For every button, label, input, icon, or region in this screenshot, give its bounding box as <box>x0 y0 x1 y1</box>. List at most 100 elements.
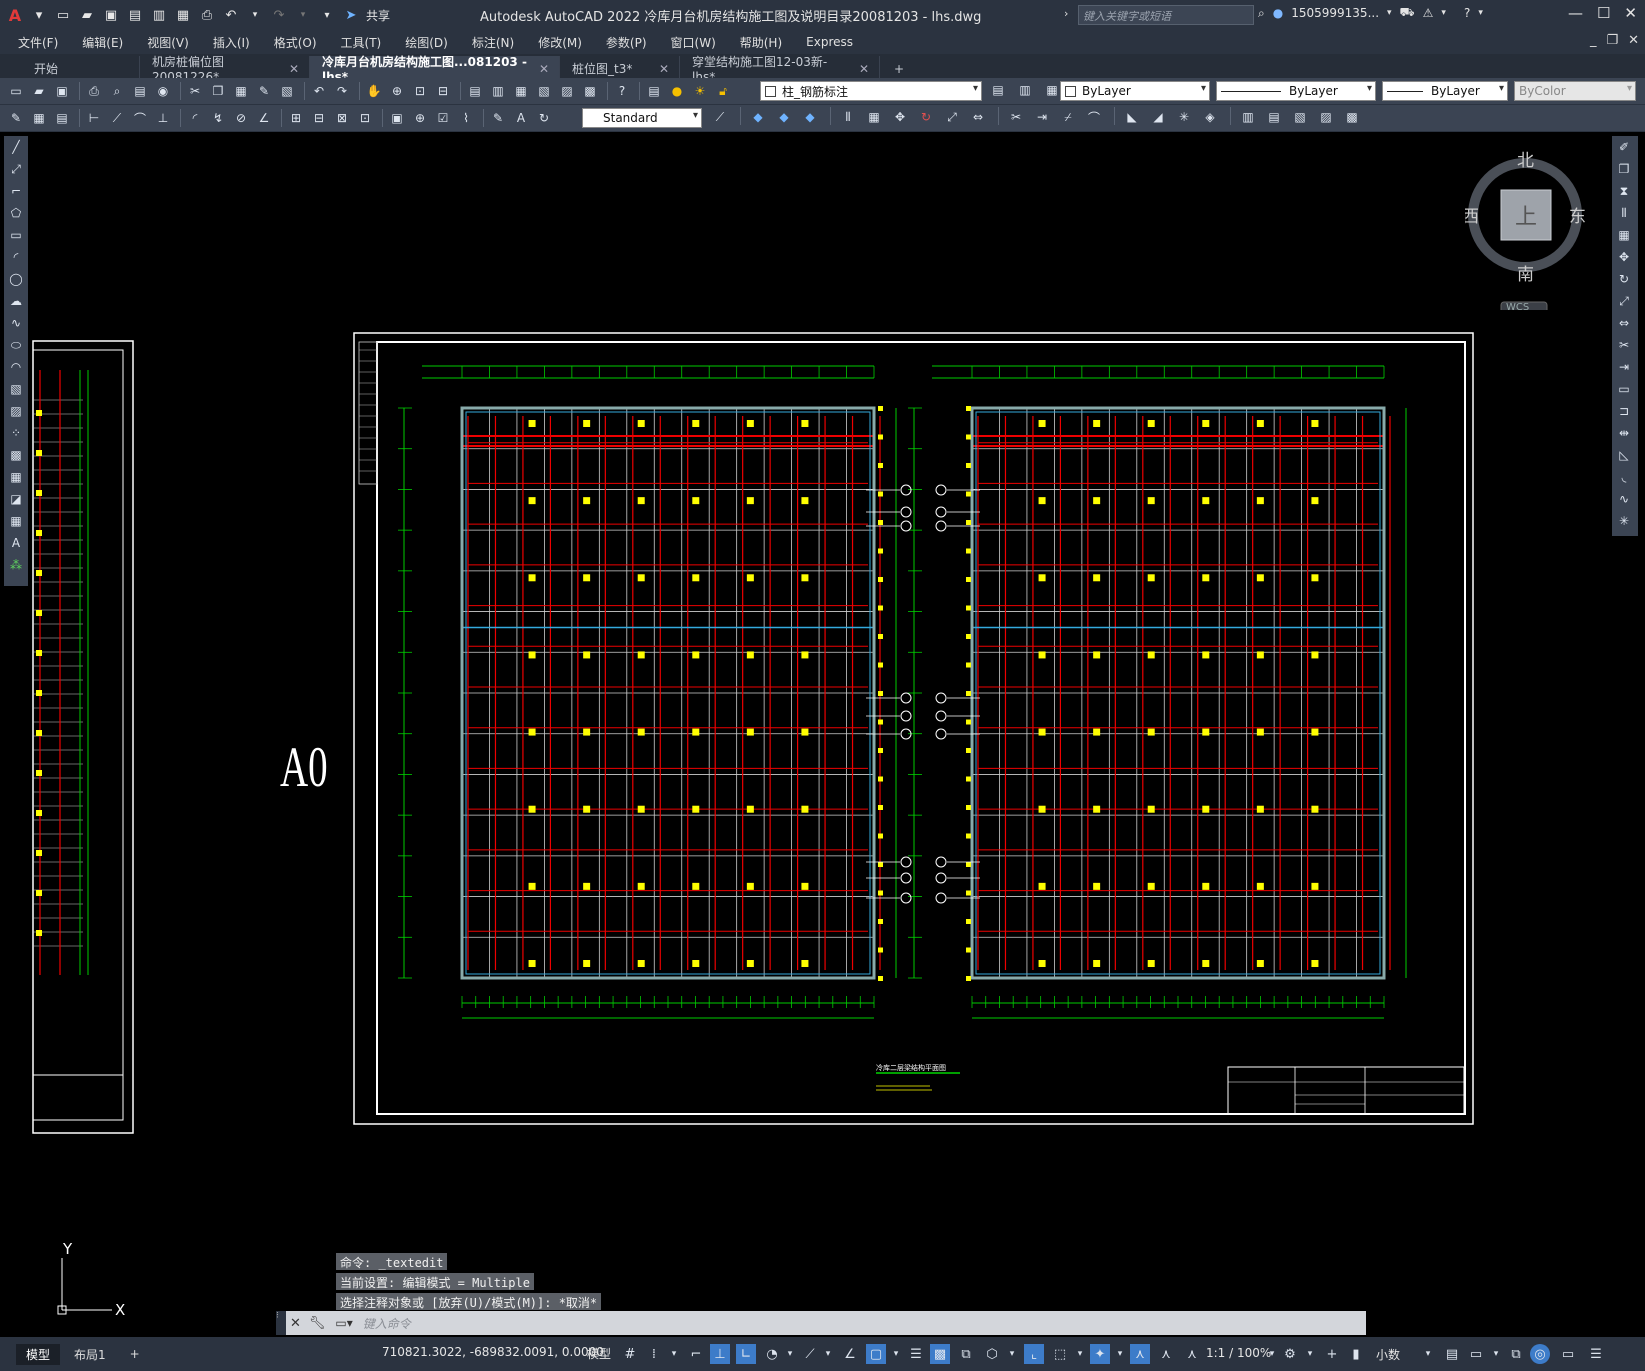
blend-icon[interactable]: ◈ <box>1200 107 1220 127</box>
transparency-icon[interactable]: ▩ <box>930 1344 950 1364</box>
sheet-set-icon[interactable]: ▧ <box>534 81 554 101</box>
layer-icon[interactable]: ▤ <box>52 108 72 128</box>
block-editor-icon[interactable]: ▧ <box>277 81 297 101</box>
inspect-icon[interactable]: ☑ <box>433 108 453 128</box>
tab-corridor-structure[interactable]: 穿堂结构施工图12-03新-lhs* ✕ <box>680 55 880 84</box>
hatch-icon[interactable]: ▩ <box>4 444 28 466</box>
ortho-icon[interactable]: ∟ <box>736 1344 756 1364</box>
3d-dwf-icon[interactable]: ◉ <box>153 81 173 101</box>
workspace-chevron-icon[interactable]: ▾ <box>1300 1344 1320 1364</box>
compass-south[interactable]: 南 <box>1517 265 1534 285</box>
dynamic-ucs-icon[interactable]: ⌞ <box>1024 1344 1044 1364</box>
diameter-dim-icon[interactable]: ⊘ <box>231 108 251 128</box>
compass-west[interactable]: 西 <box>1465 207 1479 227</box>
qnew-icon[interactable]: ▭ <box>6 81 26 101</box>
multiline-text-icon[interactable]: A <box>4 532 28 554</box>
tab-pile-layout[interactable]: 桩位图_t3* ✕ <box>560 56 680 78</box>
erase-icon[interactable]: ◆ <box>748 107 768 127</box>
coordinates-readout[interactable]: 710821.3022, -689832.0091, 0.0000 <box>382 1345 604 1359</box>
region-icon[interactable]: ◪ <box>4 488 28 510</box>
autodesk-account-icon[interactable]: ⚠ <box>1423 6 1434 20</box>
dim-style-combo[interactable]: Standard ▾ <box>582 108 702 128</box>
properties-icon[interactable]: ▤ <box>465 81 485 101</box>
doc-restore-icon[interactable]: ❐ <box>1606 33 1618 48</box>
object-snap-icon[interactable]: ▢ <box>866 1344 886 1364</box>
table-icon[interactable]: ▦ <box>29 108 49 128</box>
viewcube[interactable]: 上 北 南 西 东 <box>1465 150 1585 310</box>
selection-filter-icon[interactable]: ⬚ <box>1050 1344 1070 1364</box>
redo-icon[interactable]: ↷ <box>270 6 288 24</box>
stretch-icon[interactable]: ⇔ <box>968 107 988 127</box>
join-icon[interactable]: ⇹ <box>1612 422 1636 444</box>
quick-dim-icon[interactable]: ⊞ <box>286 108 306 128</box>
insert-block-icon[interactable]: ▧ <box>4 378 28 400</box>
point-icon[interactable]: ⁘ <box>4 422 28 444</box>
annotation-monitor-icon[interactable]: + <box>1322 1344 1342 1364</box>
edit-icon[interactable]: ✎ <box>6 108 26 128</box>
layer-previous-icon[interactable]: ▥ <box>1015 80 1035 100</box>
angular-dim-icon[interactable]: ∠ <box>254 108 274 128</box>
baseline-dim-icon[interactable]: ⊟ <box>309 108 329 128</box>
redo-icon[interactable]: ↷ <box>332 81 352 101</box>
trim-icon[interactable]: ✂ <box>1612 334 1636 356</box>
spline-icon[interactable]: ∿ <box>4 312 28 334</box>
filter-chevron-icon[interactable]: ▾ <box>1070 1344 1090 1364</box>
plot-preview-icon[interactable]: ⌕ <box>107 81 127 101</box>
share-button[interactable]: 共享 <box>366 7 390 24</box>
layer-freeze-icon[interactable]: ☀ <box>690 81 710 101</box>
undo-icon[interactable]: ↶ <box>309 81 329 101</box>
compass-north[interactable]: 北 <box>1517 151 1534 171</box>
zoom-window-icon[interactable]: ⊡ <box>410 81 430 101</box>
layer-lock-icon[interactable]: 🔓︎ <box>713 81 733 101</box>
ordinate-dim-icon[interactable]: ⊥ <box>153 108 173 128</box>
linear-dim-icon[interactable]: ⊢ <box>84 108 104 128</box>
maximize-icon[interactable]: ☐ <box>1597 4 1610 22</box>
isometric-chevron-icon[interactable]: ▾ <box>818 1344 838 1364</box>
command-recent-icon[interactable]: ▭▾ <box>335 1316 352 1330</box>
command-grip-icon[interactable]: ⁝ <box>276 1311 286 1335</box>
mirror-icon[interactable]: ⧗ <box>1612 180 1636 202</box>
cut-icon[interactable]: ✂ <box>185 81 205 101</box>
zoom-realtime-icon[interactable]: ⊕ <box>387 81 407 101</box>
erase-icon[interactable]: ✐ <box>1612 136 1636 158</box>
tab-pile-offset[interactable]: 机房桩偏位图20081226* ✕ <box>140 55 310 84</box>
autocad-logo-icon[interactable]: A <box>6 6 24 25</box>
layer-state-icon[interactable]: ▦ <box>1042 80 1062 100</box>
publish-icon[interactable]: ▤ <box>130 81 150 101</box>
draworder-back-icon[interactable]: ▤ <box>1264 107 1284 127</box>
annotation-visibility-icon[interactable]: ⋏ <box>1130 1344 1150 1364</box>
continue-dim-icon[interactable]: ⊠ <box>332 108 352 128</box>
aligned-dim-icon[interactable]: ⟋ <box>107 108 127 128</box>
doc-close-icon[interactable]: ✕ <box>1628 33 1639 48</box>
construction-line-icon[interactable]: ⤢ <box>4 158 28 180</box>
dim-style-icon[interactable]: ⟋ <box>710 107 730 127</box>
break-icon[interactable]: ⊐ <box>1612 400 1636 422</box>
save-as-icon[interactable]: ▤ <box>126 6 144 24</box>
menu-format[interactable]: 格式(O) <box>274 34 317 51</box>
menu-dimension[interactable]: 标注(N) <box>472 34 514 51</box>
menu-draw[interactable]: 绘图(D) <box>405 34 448 51</box>
hardware-chevron-icon[interactable]: ▾ <box>1486 1344 1506 1364</box>
rotate-icon[interactable]: ↻ <box>916 107 936 127</box>
help-chevron-icon[interactable]: ▾ <box>1478 8 1483 18</box>
minimize-icon[interactable]: — <box>1568 4 1583 22</box>
menu-edit[interactable]: 编辑(E) <box>82 34 123 51</box>
draworder-text-icon[interactable]: ▩ <box>1342 107 1362 127</box>
radius-dim-icon[interactable]: ◜ <box>185 108 205 128</box>
chamfer-icon[interactable]: ◺ <box>1612 444 1636 466</box>
scale-icon[interactable]: ⤢ <box>942 107 962 127</box>
tolerance-icon[interactable]: ▣ <box>387 108 407 128</box>
account-chevron-icon[interactable]: ▾ <box>1441 8 1446 18</box>
scale-icon[interactable]: ⤢ <box>1612 290 1636 312</box>
move-icon[interactable]: ✥ <box>1612 246 1636 268</box>
compass-east[interactable]: 东 <box>1569 207 1585 227</box>
lineweight-icon[interactable]: ☰ <box>906 1344 926 1364</box>
blend-curves-icon[interactable]: ∿ <box>1612 488 1636 510</box>
search-icon[interactable]: ⌕ <box>1258 6 1265 21</box>
graphics-performance-icon[interactable]: ◎ <box>1530 1344 1550 1364</box>
make-block-icon[interactable]: ▨ <box>4 400 28 422</box>
tab-close-icon[interactable]: ✕ <box>539 62 549 76</box>
user-chevron-icon[interactable]: ▾ <box>1387 8 1392 18</box>
plotstyle-combo[interactable]: ByColor ▾ <box>1514 81 1636 101</box>
menu-window[interactable]: 窗口(W) <box>671 34 716 51</box>
